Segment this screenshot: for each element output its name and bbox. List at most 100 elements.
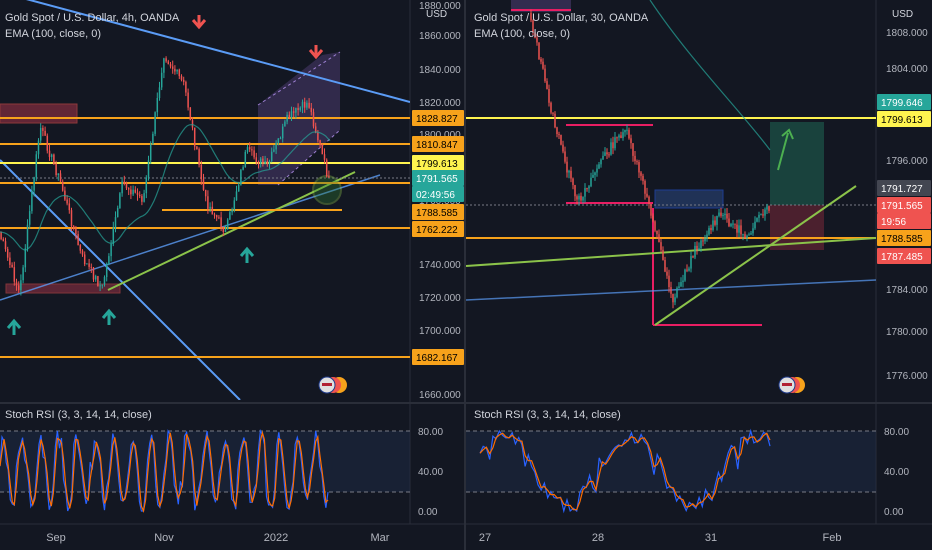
left-candle[interactable] bbox=[248, 147, 251, 150]
right-green-horizontal[interactable] bbox=[466, 237, 876, 267]
right-candle[interactable] bbox=[600, 159, 602, 165]
right-candle[interactable] bbox=[590, 177, 592, 187]
left-candle[interactable] bbox=[319, 140, 321, 145]
left-candle[interactable] bbox=[9, 257, 11, 265]
right-candle[interactable] bbox=[660, 242, 662, 250]
left-candle[interactable] bbox=[306, 102, 308, 108]
right-candle[interactable] bbox=[620, 135, 622, 138]
left-candle[interactable] bbox=[24, 248, 27, 268]
left-candle[interactable] bbox=[143, 193, 145, 202]
left-candle[interactable] bbox=[31, 190, 33, 212]
right-candle[interactable] bbox=[684, 269, 686, 281]
right-candle[interactable] bbox=[696, 245, 698, 251]
left-candle[interactable] bbox=[114, 217, 117, 228]
right-candle[interactable] bbox=[552, 112, 554, 114]
right-candle[interactable] bbox=[538, 42, 540, 60]
left-candle[interactable] bbox=[13, 267, 16, 282]
right-blue-box[interactable] bbox=[654, 189, 724, 209]
right-candle[interactable] bbox=[752, 228, 754, 234]
right-candle[interactable] bbox=[648, 196, 650, 204]
left-candle[interactable] bbox=[213, 214, 216, 216]
left-candle[interactable] bbox=[127, 188, 130, 190]
left-candle[interactable] bbox=[229, 212, 231, 220]
right-candle[interactable] bbox=[642, 175, 644, 181]
left-drawings[interactable] bbox=[0, 0, 410, 400]
left-candle[interactable] bbox=[308, 102, 310, 108]
left-candle[interactable] bbox=[57, 173, 60, 175]
right-candle[interactable] bbox=[676, 287, 678, 298]
right-candle[interactable] bbox=[586, 188, 588, 190]
right-candle[interactable] bbox=[666, 271, 668, 276]
right-candle[interactable] bbox=[606, 152, 608, 155]
left-candle[interactable] bbox=[158, 87, 161, 99]
right-candle[interactable] bbox=[540, 59, 542, 62]
right-candle[interactable] bbox=[638, 162, 640, 173]
left-candle[interactable] bbox=[141, 196, 143, 202]
left-candle[interactable] bbox=[191, 120, 194, 128]
left-candle[interactable] bbox=[116, 208, 119, 218]
left-candle[interactable] bbox=[301, 101, 304, 108]
right-candle[interactable] bbox=[692, 256, 694, 258]
left-candle[interactable] bbox=[242, 167, 244, 170]
right-candle[interactable] bbox=[550, 102, 552, 113]
right-candle[interactable] bbox=[556, 127, 558, 135]
left-candle[interactable] bbox=[39, 127, 42, 141]
left-candle[interactable] bbox=[26, 224, 29, 249]
right-candle[interactable] bbox=[686, 269, 688, 271]
left-candle[interactable] bbox=[134, 189, 137, 193]
left-time-axis[interactable]: Sep Nov 2022 Mar bbox=[46, 532, 390, 544]
right-candle[interactable] bbox=[570, 170, 572, 179]
right-candle[interactable] bbox=[558, 134, 560, 136]
left-candle[interactable] bbox=[174, 68, 176, 72]
left-candle[interactable] bbox=[6, 249, 9, 258]
left-candle[interactable] bbox=[145, 177, 148, 194]
left-candle[interactable] bbox=[182, 79, 185, 82]
right-candle[interactable] bbox=[598, 164, 600, 169]
right-candle[interactable] bbox=[690, 256, 692, 269]
right-candle[interactable] bbox=[764, 209, 766, 216]
right-event-flags[interactable] bbox=[778, 376, 805, 394]
left-candle[interactable] bbox=[231, 209, 233, 213]
right-candle[interactable] bbox=[636, 161, 638, 163]
left-candle[interactable] bbox=[125, 183, 128, 189]
right-candle[interactable] bbox=[670, 287, 672, 294]
left-stoch-label[interactable]: Stoch RSI (3, 3, 14, 14, close) bbox=[5, 409, 152, 421]
right-chart-title[interactable]: Gold Spot / U.S. Dollar, 30, OANDA bbox=[474, 12, 649, 24]
right-candle[interactable] bbox=[746, 235, 748, 238]
right-candle[interactable] bbox=[594, 172, 596, 176]
right-candle[interactable] bbox=[610, 142, 612, 155]
left-candle[interactable] bbox=[255, 157, 258, 162]
left-candle[interactable] bbox=[0, 231, 2, 240]
right-candle[interactable] bbox=[650, 203, 652, 216]
left-candle[interactable] bbox=[196, 146, 198, 150]
left-candle[interactable] bbox=[72, 226, 75, 229]
left-candle[interactable] bbox=[20, 280, 22, 291]
left-candle[interactable] bbox=[88, 263, 90, 267]
left-candle[interactable] bbox=[22, 267, 24, 281]
right-long-target-zone[interactable] bbox=[770, 122, 824, 205]
left-candle[interactable] bbox=[37, 140, 40, 155]
left-candle[interactable] bbox=[108, 256, 110, 264]
right-candle[interactable] bbox=[730, 223, 732, 227]
left-candle[interactable] bbox=[59, 173, 62, 182]
right-candle[interactable] bbox=[614, 137, 616, 149]
right-candle[interactable] bbox=[596, 168, 598, 173]
right-candle[interactable] bbox=[584, 188, 586, 197]
left-indicator-label[interactable]: EMA (100, close, 0) bbox=[5, 28, 101, 40]
left-candle[interactable] bbox=[121, 181, 123, 194]
left-candle[interactable] bbox=[176, 69, 178, 72]
left-chart-title[interactable]: Gold Spot / U.S. Dollar, 4h, OANDA bbox=[5, 12, 180, 24]
right-candle[interactable] bbox=[712, 220, 714, 230]
right-candle[interactable] bbox=[566, 161, 568, 173]
left-candle[interactable] bbox=[275, 142, 277, 150]
left-candle[interactable] bbox=[101, 284, 104, 286]
left-candle[interactable] bbox=[268, 161, 271, 165]
left-candle[interactable] bbox=[75, 228, 77, 235]
left-candle[interactable] bbox=[15, 281, 18, 286]
left-candle[interactable] bbox=[284, 121, 286, 127]
left-candle[interactable] bbox=[180, 76, 183, 80]
left-candle[interactable] bbox=[61, 181, 64, 191]
left-candle[interactable] bbox=[105, 263, 108, 278]
left-candle[interactable] bbox=[53, 154, 55, 164]
right-candle[interactable] bbox=[720, 212, 722, 216]
